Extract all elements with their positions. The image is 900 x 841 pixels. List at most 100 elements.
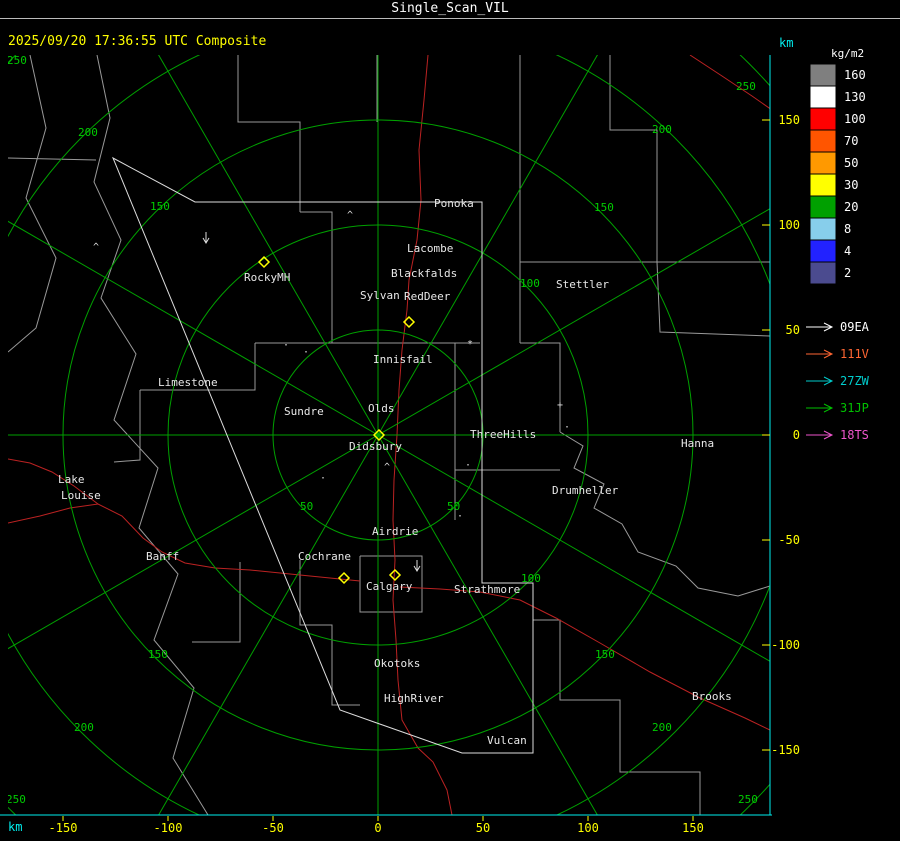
colorbar-value-160: 160	[844, 68, 866, 82]
city-label-brooks: Brooks	[692, 690, 732, 703]
city-label-ponoka: Ponoka	[434, 197, 474, 210]
scan-area-outline	[112, 156, 534, 754]
county-boundary	[520, 342, 561, 432]
range-label-200: 200	[74, 721, 94, 734]
county-boundary	[609, 55, 658, 262]
radar-site-marker	[337, 571, 351, 585]
county-boundary	[559, 431, 770, 597]
radar-id-111V: 111V	[840, 347, 869, 361]
colorbar-value-100: 100	[844, 112, 866, 126]
colorbar-swatch-100	[809, 107, 837, 131]
cell-mark: ·	[283, 340, 289, 351]
colorbar-swatch-2	[809, 261, 837, 285]
colorbar-value-4: 4	[844, 244, 851, 258]
city-label-rockymh: RockyMH	[244, 271, 290, 284]
city-label-airdrie: Airdrie	[372, 525, 418, 538]
bottom-axis-label-100: 100	[577, 821, 599, 835]
radar-map-display[interactable]: 2502001502502001501001502002501001502002…	[0, 0, 900, 841]
right-axis-label--50: -50	[778, 533, 800, 547]
colorbar-swatch-30	[809, 173, 837, 197]
colorbar-swatch-50	[809, 151, 837, 175]
bottom-axis-label-0: 0	[374, 821, 381, 835]
colorbar-value-8: 8	[844, 222, 851, 236]
cell-mark: ·	[320, 473, 326, 484]
colorbar-value-20: 20	[844, 200, 858, 214]
bottom-axis-label-150: 150	[682, 821, 704, 835]
colorbar-value-130: 130	[844, 90, 866, 104]
right-axis-label-100: 100	[778, 218, 800, 232]
city-label-limestone: Limestone	[158, 376, 218, 389]
cell-mark: ·	[564, 422, 570, 433]
vil-colorbar: 160 130 100 70 50 30 20 8 4 2	[809, 63, 866, 285]
bottom-axis-label--150: -150	[49, 821, 78, 835]
range-ring-250km	[8, 55, 770, 815]
range-label-200: 200	[652, 123, 672, 136]
city-label-cochrane: Cochrane	[298, 550, 351, 563]
city-label-stettler: Stettler	[556, 278, 609, 291]
azimuth-lines-layer	[8, 55, 770, 815]
cell-mark: ·	[303, 347, 309, 358]
scan-area-outline-layer	[112, 156, 534, 754]
county-boundary	[8, 157, 97, 161]
county-boundary	[656, 261, 770, 337]
colorbar-swatch-130	[809, 85, 837, 109]
bottom-axis-label--50: -50	[262, 821, 284, 835]
radar-id-09EA: 09EA	[840, 320, 870, 334]
city-label-innisfail: Innisfail	[373, 353, 433, 366]
right-axis-label--100: -100	[771, 638, 800, 652]
range-labels-layer: 250 200 150 250 200 150 100 150 200 250 100 150 200 2…	[8, 55, 758, 806]
city-label-drumheller: Drumheller	[552, 484, 619, 497]
range-label-100: 100	[521, 572, 541, 585]
cell-mark: ^	[384, 462, 390, 473]
bottom-axis-label--100: -100	[154, 821, 183, 835]
county-boundary	[299, 560, 360, 706]
city-label-lacombe: Lacombe	[407, 242, 453, 255]
right-axis-label-50: 50	[786, 323, 800, 337]
city-label-banff: Banff	[146, 550, 179, 563]
city-label-didsbury: Didsbury	[349, 440, 402, 453]
cell-mark: +	[557, 400, 563, 411]
colorbar-value-50: 50	[844, 156, 858, 170]
colorbar-value-2: 2	[844, 266, 851, 280]
colorbar-swatch-160	[809, 63, 837, 87]
range-label-150: 150	[148, 648, 168, 661]
radar-id-27ZW: 27ZW	[840, 374, 870, 388]
city-label-strathmore: Strathmore	[454, 583, 520, 596]
radar-id-legend: 09EA 111V 27ZW 31JP 18TS	[806, 320, 870, 442]
range-label-200: 200	[78, 126, 98, 139]
right-axis-label-0: 0	[793, 428, 800, 442]
cell-mark: ·	[457, 511, 463, 522]
radar-site-marker	[388, 568, 402, 582]
city-label-calgary: Calgary	[366, 580, 413, 593]
city-label-blackfalds: Blackfalds	[391, 267, 457, 280]
radar-id-31JP: 31JP	[840, 401, 869, 415]
range-label-50: 50	[300, 500, 313, 513]
city-label-reddeer: RedDeer	[404, 290, 451, 303]
colorbar-swatch-4	[809, 239, 837, 263]
range-label-200: 200	[652, 721, 672, 734]
bottom-axis-label-50: 50	[476, 821, 490, 835]
colorbar-value-30: 30	[844, 178, 858, 192]
radar-app-window: Single_Scan_VIL 2025/09/20 17:36:55 UTC …	[0, 0, 900, 841]
highway-line	[689, 55, 770, 110]
right-axis-label--150: -150	[771, 743, 800, 757]
right-axis-label-150: 150	[778, 113, 800, 127]
colorbar-swatch-70	[809, 129, 837, 153]
county-boundary	[8, 55, 57, 353]
cell-mark: ^	[93, 242, 99, 253]
cell-mark: ^	[347, 210, 353, 221]
county-boundary	[192, 562, 241, 643]
cell-mark: *	[467, 339, 473, 350]
city-label-lake: Lake	[58, 473, 85, 486]
colorbar-value-70: 70	[844, 134, 858, 148]
county-boundary	[533, 619, 701, 815]
range-label-150: 150	[150, 200, 170, 213]
colorbar-swatch-20	[809, 195, 837, 219]
county-boundary	[113, 390, 141, 463]
city-label-olds: Olds	[368, 402, 395, 415]
range-label-150: 150	[594, 201, 614, 214]
range-rings-layer	[8, 55, 770, 815]
city-label-sundre: Sundre	[284, 405, 324, 418]
cell-mark: ·	[465, 460, 471, 471]
range-label-150: 150	[595, 648, 615, 661]
